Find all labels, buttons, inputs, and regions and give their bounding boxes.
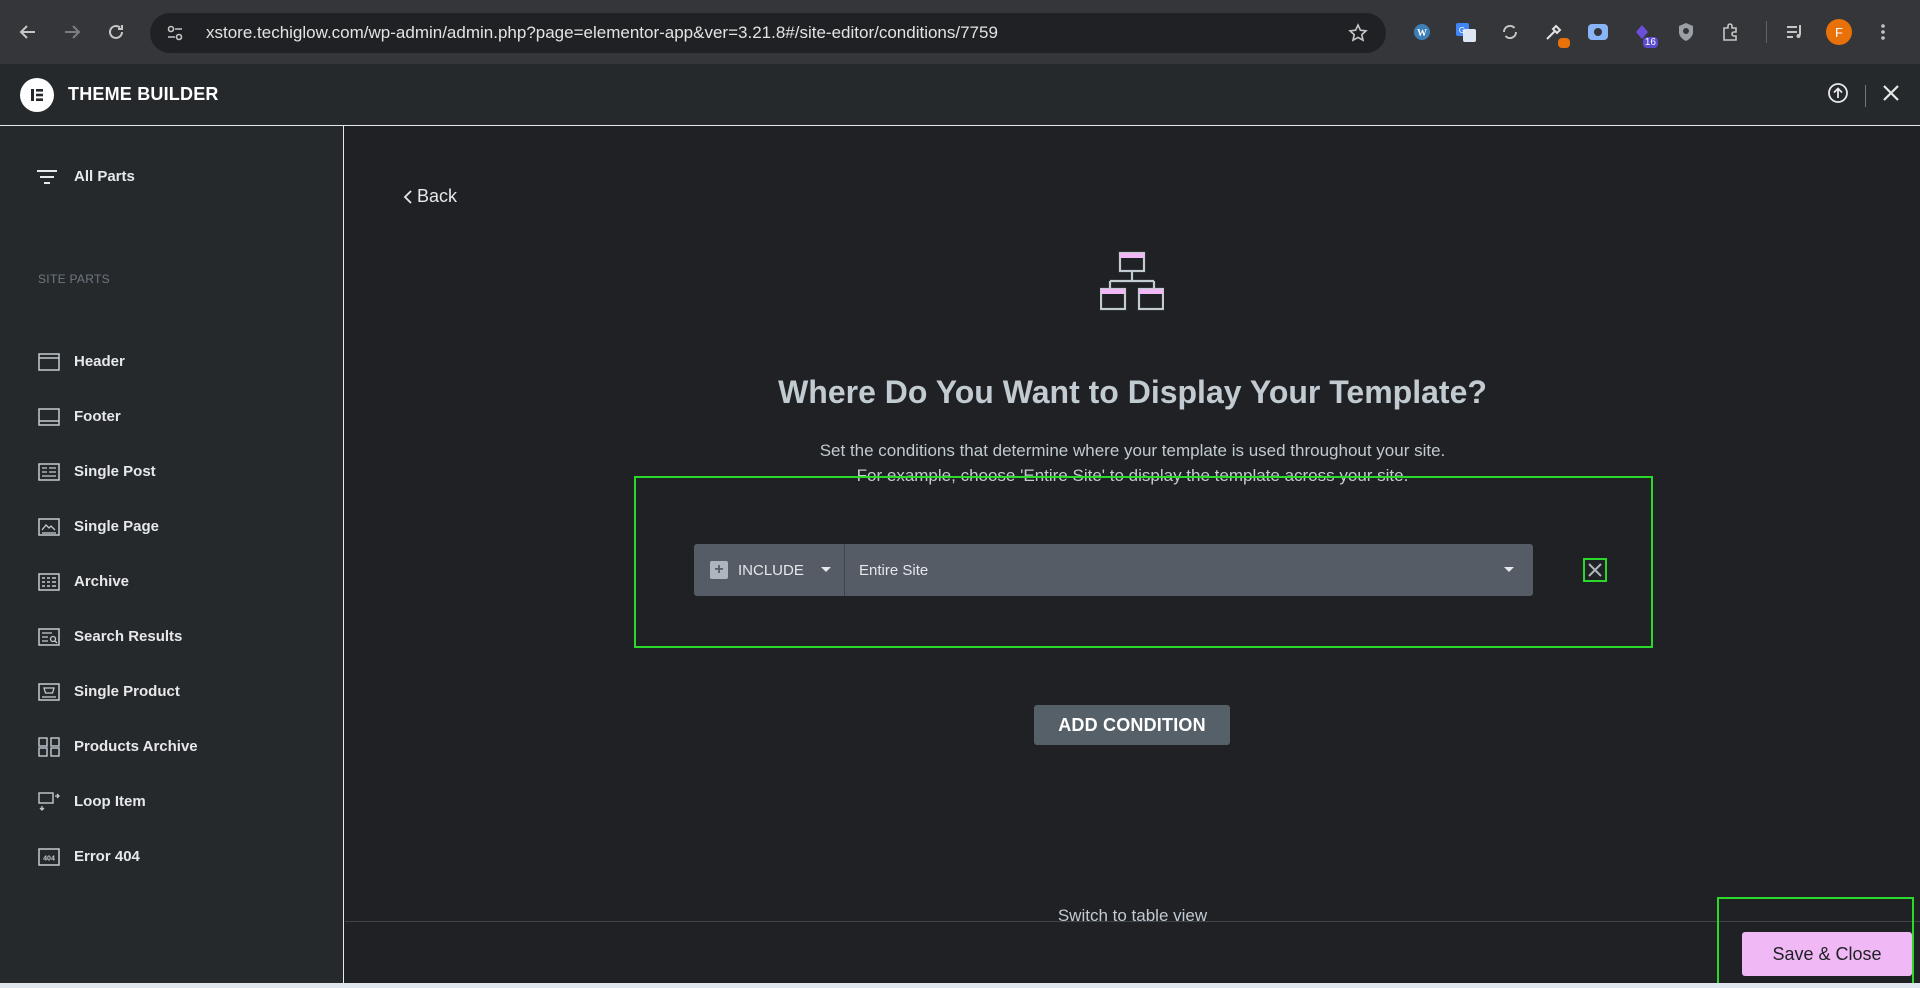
plus-icon: + [710,561,728,579]
reload-icon[interactable] [98,14,134,50]
condition-row: + INCLUDE Entire Site [694,544,1533,596]
sidebar-section-title: SITE PARTS [38,272,110,286]
back-label: Back [417,186,458,206]
sidebar-item-all-parts[interactable]: All Parts [36,168,135,185]
sidebar-item-label: Search Results [74,628,183,645]
media-control-icon[interactable] [1777,14,1813,50]
sidebar-item-single-product[interactable]: Single Product [36,664,198,719]
address-bar[interactable]: xstore.techiglow.com/wp-admin/admin.php?… [150,13,1386,53]
theme-builder-header: THEME BUILDER [0,64,1920,126]
header-divider [1865,84,1866,107]
chevron-down-icon[interactable] [1503,566,1515,574]
wordpress-extension-icon[interactable]: W [1404,14,1440,50]
sidebar-item-header[interactable]: Header [36,334,198,389]
toolbar-separator [1766,21,1767,43]
chevron-left-icon [403,189,413,204]
sidebar-item-single-page[interactable]: Single Page [36,499,198,554]
include-select[interactable]: + INCLUDE [694,544,845,596]
screen-capture-extension-icon[interactable] [1580,14,1616,50]
products-archive-icon [36,736,62,758]
include-label: INCLUDE [738,561,804,579]
archive-icon [36,571,62,593]
site-settings-icon[interactable] [166,24,186,42]
sidebar-item-error-404[interactable]: 404 Error 404 [36,829,198,884]
footer-icon [36,406,62,428]
profile-initial: F [1826,19,1852,45]
upload-info-icon[interactable] [1827,82,1849,109]
sidebar-item-label: Single Page [74,518,160,535]
sidebar-item-label: Products Archive [74,738,198,755]
footer-divider [345,921,1920,922]
sidebar-item-footer[interactable]: Footer [36,389,198,444]
remove-condition-button[interactable] [1583,558,1607,582]
chevron-down-icon [820,566,832,574]
sidebar-item-products-archive[interactable]: Products Archive [36,719,198,774]
translate-extension-icon[interactable]: G [1448,14,1484,50]
sidebar-item-label: All Parts [74,168,135,185]
notifications-extension-icon[interactable]: 16 [1624,14,1660,50]
header-icon [36,351,62,373]
shield-extension-icon[interactable] [1668,14,1704,50]
elementor-logo-icon [20,77,54,112]
taskbar-strip [0,983,1920,988]
description-line-1: Set the conditions that determine where … [819,441,1446,460]
sidebar-item-label: Single Product [74,683,180,700]
sidebar-item-label: Header [74,353,125,370]
conditions-panel: Back Where Do You Want to Display Your T… [345,126,1920,988]
bookmark-star-icon[interactable] [1348,23,1368,48]
sidebar-item-label: Error 404 [74,848,140,865]
sidebar-item-label: Single Post [74,463,156,480]
switch-to-table-view-link[interactable]: Switch to table view [345,906,1920,926]
single-page-icon [36,516,62,538]
back-link[interactable]: Back [403,186,457,207]
sidebar-item-single-post[interactable]: Single Post [36,444,198,499]
page-title: THEME BUILDER [68,84,219,104]
sidebar: All Parts SITE PARTS Header Footer Singl… [0,126,344,988]
color-picker-extension-icon[interactable] [1536,14,1572,50]
browser-toolbar: xstore.techiglow.com/wp-admin/admin.php?… [0,0,1920,64]
close-icon[interactable] [1882,84,1900,107]
save-and-close-button[interactable]: Save & Close [1742,932,1912,976]
browser-menu-icon[interactable] [1865,14,1901,50]
forward-arrow-icon[interactable] [54,14,90,50]
loop-item-icon [36,791,62,813]
site-parts-list: Header Footer Single Post Single Page Ar… [36,334,198,884]
sidebar-item-label: Loop Item [74,793,146,810]
sync-extension-icon[interactable] [1492,14,1528,50]
puzzle-extensions-icon[interactable] [1712,14,1748,50]
single-post-icon [36,461,62,483]
extension-badge [1558,38,1570,48]
search-results-icon [36,626,62,648]
error-404-icon: 404 [36,846,62,868]
sidebar-item-archive[interactable]: Archive [36,554,198,609]
conditions-heading: Where Do You Want to Display Your Templa… [778,374,1487,410]
svg-text:404: 404 [43,855,55,862]
svg-text:W: W [1417,28,1427,39]
sidebar-item-loop-item[interactable]: Loop Item [36,774,198,829]
sidebar-item-search-results[interactable]: Search Results [36,609,198,664]
sidebar-item-label: Footer [74,408,121,425]
condition-value-select[interactable]: Entire Site [845,562,1503,579]
extension-count-badge: 16 [1642,37,1658,48]
add-condition-button[interactable]: ADD CONDITION [1034,705,1230,745]
single-product-icon [36,681,62,703]
filter-lines-icon [36,169,62,185]
back-arrow-icon[interactable] [10,14,46,50]
profile-avatar[interactable]: F [1821,14,1857,50]
url-text[interactable]: xstore.techiglow.com/wp-admin/admin.php?… [206,23,998,43]
extensions-area: W G 16 F [1404,14,1909,50]
site-structure-icon [1099,251,1165,318]
sidebar-item-label: Archive [74,573,130,590]
svg-text:G: G [1459,26,1465,35]
close-icon [1588,563,1602,577]
header-actions [1827,82,1900,109]
